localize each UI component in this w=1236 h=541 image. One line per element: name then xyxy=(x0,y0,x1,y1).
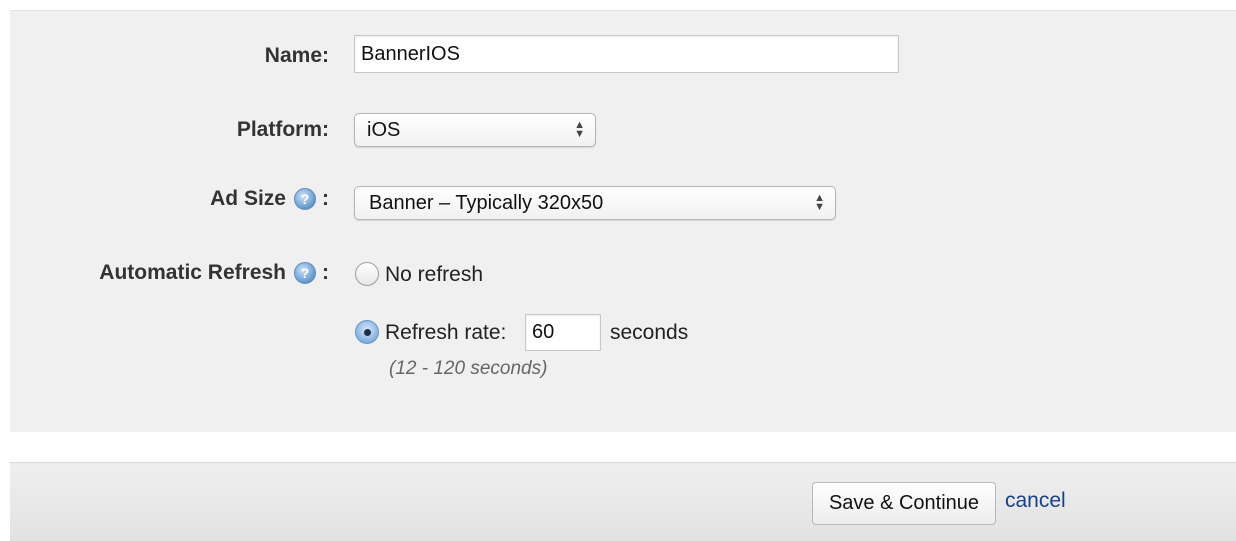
name-input[interactable]: BannerIOS xyxy=(354,35,899,73)
automatic-refresh-label: Automatic Refresh ? : xyxy=(99,261,329,285)
platform-label-text: Platform: xyxy=(236,118,329,141)
ad-size-colon: : xyxy=(322,187,329,210)
name-label-text: Name: xyxy=(264,44,329,67)
no-refresh-radio[interactable] xyxy=(355,262,379,286)
cancel-link[interactable]: cancel xyxy=(1005,489,1066,513)
refresh-rate-radio[interactable] xyxy=(355,320,379,344)
save-continue-button[interactable]: Save & Continue xyxy=(812,482,996,525)
no-refresh-label[interactable]: No refresh xyxy=(385,263,483,287)
question-help-icon[interactable]: ? xyxy=(294,188,316,210)
refresh-rate-value: 60 xyxy=(532,321,555,343)
platform-label: Platform: xyxy=(237,118,329,142)
automatic-refresh-colon: : xyxy=(322,261,329,284)
refresh-range-hint: (12 - 120 seconds) xyxy=(389,358,548,379)
form-panel xyxy=(10,10,1236,432)
ad-size-label-text: Ad Size xyxy=(210,187,286,210)
seconds-unit-label: seconds xyxy=(610,321,689,344)
ad-size-selected-value: Banner – Typically 320x50 xyxy=(369,191,604,214)
platform-selected-value: iOS xyxy=(367,118,401,141)
name-label: Name: xyxy=(265,44,329,68)
platform-select[interactable]: iOS ▲ ▼ xyxy=(354,113,596,147)
select-arrows-icon: ▲ ▼ xyxy=(814,192,825,213)
ad-size-label: Ad Size ? : xyxy=(210,187,329,211)
select-arrows-icon: ▲ ▼ xyxy=(574,119,585,140)
refresh-rate-input[interactable]: 60 xyxy=(525,314,601,351)
refresh-rate-label[interactable]: Refresh rate: xyxy=(385,321,506,345)
ad-size-select[interactable]: Banner – Typically 320x50 ▲ ▼ xyxy=(354,186,836,220)
question-help-icon[interactable]: ? xyxy=(294,262,316,284)
automatic-refresh-label-text: Automatic Refresh xyxy=(99,261,286,284)
name-input-value: BannerIOS xyxy=(361,42,460,65)
